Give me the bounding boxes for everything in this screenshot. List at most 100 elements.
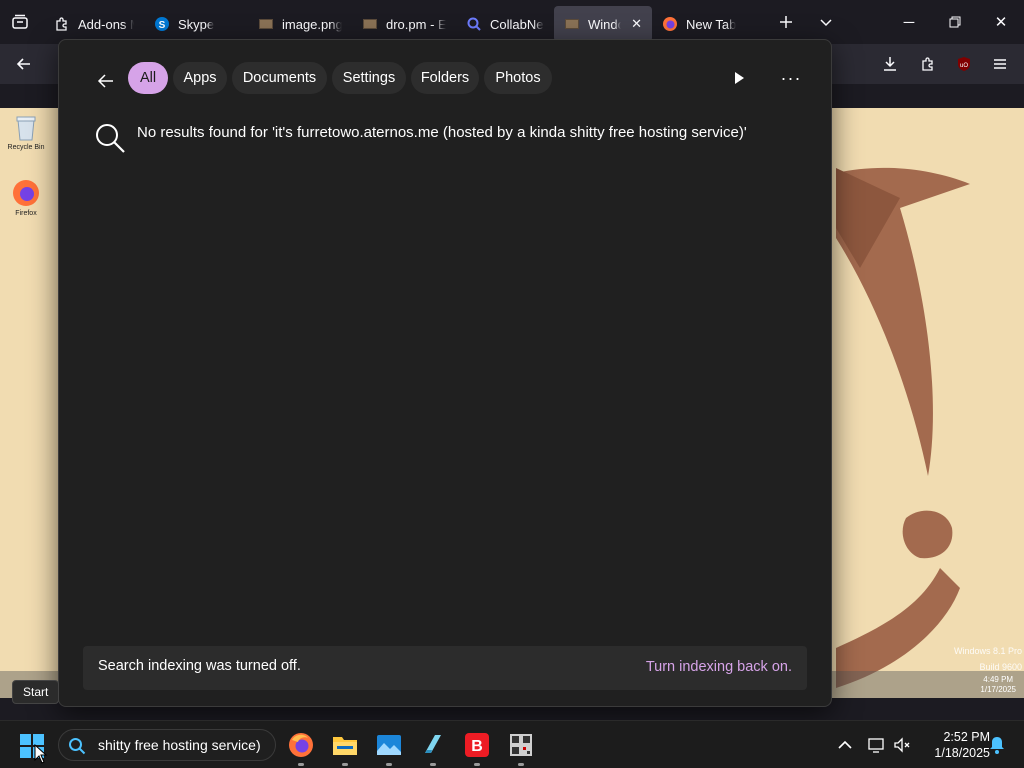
filter-photos[interactable]: Photos <box>484 62 552 94</box>
firefox-desktop-icon[interactable]: Firefox <box>3 178 49 217</box>
image-icon <box>362 16 378 32</box>
tab-new-tab[interactable]: New Tab <box>652 6 760 42</box>
taskbar: shitty free hosting service) B 2:52 PM 1… <box>0 720 1024 768</box>
ublock-button[interactable]: uO <box>948 48 980 80</box>
windows-watermark-line-1: Windows 8.1 Pro <box>953 646 1022 656</box>
svg-text:uO: uO <box>960 63 968 69</box>
skype-icon: S <box>154 16 170 32</box>
taskbar-search-box[interactable]: shitty free hosting service) <box>58 729 276 761</box>
minimize-button[interactable]: ─ <box>886 0 932 44</box>
svg-text:S: S <box>159 20 166 31</box>
back-button[interactable] <box>8 48 40 80</box>
nested-clock: 4:49 PM 1/17/2025 <box>980 675 1016 695</box>
arrow-left-icon <box>16 58 30 70</box>
tab-collabnet[interactable]: CollabNet S <box>456 6 554 42</box>
taskbar-search-input[interactable]: shitty free hosting service) <box>98 737 261 753</box>
taskbar-clock[interactable]: 2:52 PM 1/18/2025 <box>918 729 990 761</box>
no-results-message: No results found for 'it's furretowo.ate… <box>137 124 747 141</box>
qr-app-icon <box>510 734 532 756</box>
tab-image-png[interactable]: image.png <box>248 6 352 42</box>
mouse-cursor-icon <box>34 744 48 764</box>
taskbar-app-firefox[interactable] <box>285 729 317 766</box>
arrow-left-icon <box>97 74 113 88</box>
tab-list-button[interactable] <box>0 0 40 44</box>
plus-icon <box>780 16 792 28</box>
more-filters-button[interactable] <box>723 62 755 94</box>
tab-label: CollabNet S <box>490 16 544 32</box>
chevron-up-icon <box>838 740 852 749</box>
search-icon <box>69 738 86 755</box>
running-indicator <box>298 763 304 766</box>
filter-all[interactable]: All <box>128 62 168 94</box>
nested-clock-date: 1/17/2025 <box>980 685 1016 694</box>
minimize-icon: ─ <box>903 13 915 31</box>
notifications-button[interactable] <box>985 733 1009 757</box>
downloads-button[interactable] <box>874 48 906 80</box>
tab-label: New Tab <box>686 16 737 32</box>
photos-icon <box>377 735 401 755</box>
hamburger-menu-icon <box>994 59 1006 69</box>
more-options-button[interactable]: ··· <box>775 62 807 94</box>
volume-tray-button[interactable] <box>890 733 914 757</box>
start-tooltip: Start <box>12 680 60 704</box>
image-icon <box>258 16 274 32</box>
taskbar-app-notepad[interactable] <box>417 729 449 766</box>
tab-dro-pm[interactable]: dro.pm - E <box>352 6 456 42</box>
filter-documents[interactable]: Documents <box>232 62 327 94</box>
close-window-button[interactable]: ✕ <box>978 0 1024 44</box>
svg-text:B: B <box>471 738 483 755</box>
running-indicator <box>474 763 480 766</box>
network-tray-button[interactable] <box>865 733 889 757</box>
firefox-icon <box>289 733 313 757</box>
firefox-icon <box>662 16 678 32</box>
taskbar-app-photos[interactable] <box>373 729 405 766</box>
tab-skype[interactable]: S Skype <box>144 6 248 42</box>
tab-label: Window <box>588 16 621 32</box>
tab-label: Skype <box>178 16 215 32</box>
bell-icon <box>990 737 1004 754</box>
recycle-bin-desktop-icon[interactable]: Recycle Bin <box>3 112 49 151</box>
tab-addons[interactable]: Add-ons M <box>44 6 144 42</box>
clock-date: 1/18/2025 <box>934 746 990 760</box>
tab-list-icon <box>12 14 28 29</box>
list-all-tabs-button[interactable] <box>810 6 842 38</box>
taskbar-app-bitdefender[interactable]: B <box>461 729 493 766</box>
desktop-icon-label: Recycle Bin <box>7 144 45 151</box>
search-icon <box>466 16 482 32</box>
show-hidden-icons-button[interactable] <box>833 733 857 757</box>
tab-window-active[interactable]: Window ✕ <box>554 6 652 42</box>
filter-settings[interactable]: Settings <box>332 62 406 94</box>
image-icon <box>564 16 580 32</box>
chevron-down-icon <box>820 19 832 27</box>
indexing-message: Search indexing was turned off. <box>98 658 301 674</box>
puzzle-icon <box>922 57 933 71</box>
filter-folders[interactable]: Folders <box>411 62 479 94</box>
close-icon: ✕ <box>994 14 1008 31</box>
tab-label: dro.pm - E <box>386 16 446 32</box>
filter-apps[interactable]: Apps <box>173 62 227 94</box>
new-tab-button[interactable] <box>770 6 802 38</box>
menu-button[interactable] <box>984 48 1016 80</box>
extensions-button[interactable] <box>912 48 944 80</box>
clock-time: 2:52 PM <box>943 730 990 744</box>
start-button[interactable] <box>14 728 50 764</box>
turn-indexing-on-link[interactable]: Turn indexing back on. <box>646 659 792 675</box>
download-icon <box>884 57 896 71</box>
close-tab-icon[interactable]: ✕ <box>631 16 642 32</box>
recycle-bin-icon <box>11 112 41 142</box>
ellipsis-icon: ··· <box>780 67 802 88</box>
notepad-icon <box>425 735 441 753</box>
flyout-back-button[interactable] <box>89 64 123 98</box>
ublock-origin-icon: uO <box>958 57 970 71</box>
tab-label: Add-ons M <box>78 16 134 32</box>
running-indicator <box>342 763 348 766</box>
restore-button[interactable] <box>932 0 978 44</box>
running-indicator <box>430 763 436 766</box>
indexing-banner: Search indexing was turned off. Turn ind… <box>83 646 807 690</box>
taskbar-app-qr[interactable] <box>505 729 537 766</box>
nested-clock-time: 4:49 PM <box>983 675 1014 684</box>
taskbar-app-file-explorer[interactable] <box>329 729 361 766</box>
restore-icon <box>949 16 961 28</box>
search-icon <box>94 122 126 154</box>
firefox-icon <box>11 178 41 208</box>
